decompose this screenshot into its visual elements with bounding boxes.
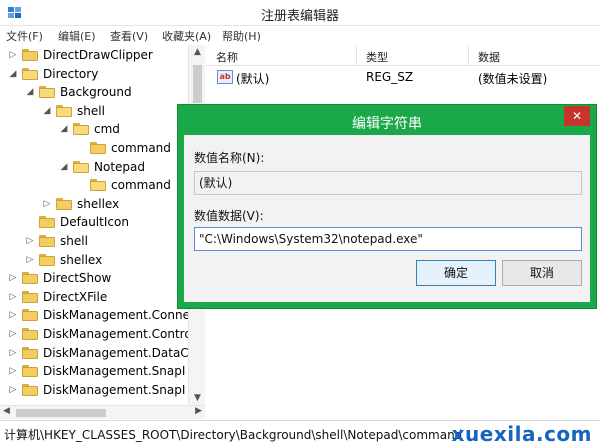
column-data[interactable]: 数据 [478,49,500,65]
folder-icon [56,197,72,210]
registry-editor-window: 注册表编辑器 文件(F) 编辑(E) 查看(V) 收藏夹(A) 帮助(H) ▷ D… [0,0,600,446]
scroll-up-icon[interactable]: ▲ [189,47,206,57]
tree-node-label: shell [60,234,88,248]
folder-icon [39,253,55,266]
value-row-default[interactable]: ab (默认) REG_SZ (数值未设置) [206,67,600,87]
tree-node-label: command [111,178,171,193]
value-data: (数值未设置) [478,72,548,86]
scroll-thumb[interactable] [193,65,202,103]
expand-right-icon[interactable]: ▷ [8,306,18,324]
folder-icon [56,104,72,117]
value-type: REG_SZ [366,70,414,84]
tree-node-label: shell [77,103,105,118]
expand-right-icon[interactable]: ▷ [8,325,18,343]
folder-icon [73,160,89,173]
column-divider[interactable] [468,45,469,66]
expand-down-icon[interactable]: ◢ [59,158,69,176]
expand-right-icon[interactable]: ▷ [8,381,18,399]
folder-icon [73,123,89,136]
scroll-thumb-horizontal[interactable] [16,409,106,417]
ok-button[interactable]: 确定 [416,260,496,286]
value-name: (默认) [236,72,270,86]
tree-node-label: DiskManagement.SnapI [43,364,186,379]
folder-icon [39,216,55,229]
column-name[interactable]: 名称 [216,49,238,65]
value-data-label: 数值数据(V): [194,209,264,223]
cancel-button[interactable]: 取消 [502,260,582,286]
folder-icon [22,309,38,322]
expand-right-icon[interactable]: ▷ [8,46,18,64]
dialog-title: 编辑字符串 [352,116,422,132]
folder-icon [22,49,38,61]
expand-right-icon[interactable]: ▷ [25,251,35,269]
tree-node-label: DiskManagement.Contro [43,327,192,341]
menu-view[interactable]: 查看(V) [110,28,148,44]
tree-node-label: shellex [60,252,103,267]
folder-icon [22,365,38,378]
tree-node-label: command [111,141,171,155]
watermark: xuexila.com [451,422,592,446]
scroll-right-icon[interactable]: ▶ [195,406,202,416]
tree-node-label: Directory [43,66,99,81]
menu-help[interactable]: 帮助(H) [222,28,261,44]
expand-down-icon[interactable]: ◢ [59,120,69,138]
tree-node-label: DiskManagement.DataC [43,345,189,360]
tree-node-label: Background [60,85,132,100]
value-list-header: 名称 类型 数据 [206,45,600,66]
folder-icon [39,235,55,247]
status-bar: 计算机\HKEY_CLASSES_ROOT\Directory\Backgrou… [0,420,600,446]
status-path: 计算机\HKEY_CLASSES_ROOT\Directory\Backgrou… [4,428,463,442]
folder-icon [90,179,106,192]
tree-horizontal-scrollbar[interactable]: ◀ ▶ [0,405,205,419]
menu-edit[interactable]: 编辑(E) [58,28,96,44]
tree-node-label: DirectDrawClipper [43,48,153,62]
window-title: 注册表编辑器 [260,9,339,24]
value-name-label: 数值名称(N): [194,151,265,165]
scroll-left-icon[interactable]: ◀ [3,406,10,416]
menu-bar: 文件(F) 编辑(E) 查看(V) 收藏夹(A) 帮助(H) [0,26,600,46]
tree-node-label: DirectShow [43,271,112,286]
tree-node-label: DiskManagement.SnapI [43,382,186,397]
expand-right-icon[interactable]: ▷ [8,269,18,287]
expand-right-icon[interactable]: ▷ [8,362,18,380]
expand-right-icon[interactable]: ▷ [8,344,18,362]
title-bar: 注册表编辑器 [0,0,600,26]
edit-string-dialog: 编辑字符串 ✕ 数值名称(N): (默认) 数值数据(V): "C:\Windo… [177,104,597,309]
tree-node-label: cmd [94,122,120,137]
folder-icon [90,142,106,154]
expand-down-icon[interactable]: ◢ [8,65,18,83]
folder-icon [22,346,38,359]
folder-icon [22,290,38,303]
tree-node-label: DirectXFile [43,289,108,304]
tree-node-label: DefaultIcon [60,215,129,230]
expand-right-icon[interactable]: ▷ [8,288,18,306]
scroll-down-icon[interactable]: ▼ [189,393,206,403]
folder-icon [22,383,38,396]
tree-node-label: shellex [77,196,120,211]
value-name-field: (默认) [194,171,582,195]
folder-icon [22,328,38,340]
registry-key-tree[interactable]: ▷ DirectDrawClipper ◢ Directory ◢ Background ◢… [0,45,205,405]
column-divider[interactable] [356,45,357,66]
dialog-body: 数值名称(N): (默认) 数值数据(V): "C:\Windows\Syste… [184,135,590,302]
expand-right-icon[interactable]: ▷ [42,195,52,213]
close-icon[interactable]: ✕ [564,106,590,126]
value-data-input[interactable]: "C:\Windows\System32\notepad.exe" [194,227,582,251]
expand-right-icon[interactable]: ▷ [25,232,35,250]
tree-node-label: DiskManagement.Conne [43,308,190,323]
expand-down-icon[interactable]: ◢ [25,83,35,101]
tree-node-label: Notepad [94,159,145,174]
menu-file[interactable]: 文件(F) [6,28,43,44]
string-value-icon: ab [217,70,233,84]
folder-icon [22,272,38,285]
folder-icon [39,86,55,99]
expand-down-icon[interactable]: ◢ [42,102,52,120]
folder-icon [22,67,38,80]
menu-favorites[interactable]: 收藏夹(A) [162,28,211,44]
column-type[interactable]: 类型 [366,49,388,65]
